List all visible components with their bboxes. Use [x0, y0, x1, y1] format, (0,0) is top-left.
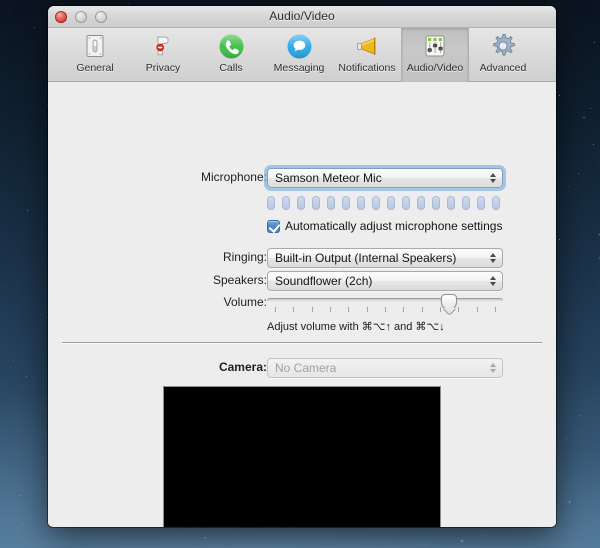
camera-preview	[163, 386, 441, 527]
tab-notifications-label: Notifications	[338, 62, 396, 74]
level-meter-segment	[327, 196, 335, 210]
level-meter-segment	[447, 196, 455, 210]
auto-adjust-microphone-checkbox[interactable]: Automatically adjust microphone settings	[267, 219, 502, 233]
tab-advanced-label: Advanced	[479, 62, 527, 74]
toggle-switch-icon	[80, 31, 110, 61]
slider-tick	[495, 307, 496, 312]
slider-tick	[440, 307, 441, 312]
level-meter-segment	[432, 196, 440, 210]
ringing-select[interactable]: Built-in Output (Internal Speakers)	[267, 248, 503, 268]
level-meter-segment	[312, 196, 320, 210]
microphone-label-wrap: Microphone:	[144, 170, 267, 184]
tab-audio-video[interactable]: Audio/Video	[401, 28, 469, 82]
microphone-select[interactable]: Samson Meteor Mic	[264, 165, 506, 191]
level-meter-segment	[387, 196, 395, 210]
tab-general-label: General	[76, 62, 114, 74]
tab-general[interactable]: General	[61, 28, 129, 82]
phone-icon	[216, 31, 246, 61]
tab-audio-video-label: Audio/Video	[406, 62, 464, 74]
level-meter-segment	[417, 196, 425, 210]
speakers-select-value: Soundflower (2ch)	[275, 274, 373, 288]
camera-select-value: No Camera	[275, 361, 337, 375]
slider-tick	[385, 307, 386, 312]
mixer-sliders-icon	[420, 31, 450, 61]
volume-slider-ticks	[267, 307, 503, 315]
microphone-label: Microphone:	[200, 170, 267, 184]
level-meter-segment	[297, 196, 305, 210]
slider-tick	[330, 307, 331, 312]
tab-messaging-label: Messaging	[273, 62, 325, 74]
volume-hint-text: Adjust volume with ⌘⌥↑ and ⌘⌥↓	[267, 321, 445, 333]
slider-tick	[458, 307, 460, 312]
camera-label: Camera:	[218, 360, 267, 374]
tab-calls-label: Calls	[219, 62, 243, 74]
window-titlebar[interactable]: Audio/Video	[48, 6, 556, 28]
level-meter-segment	[402, 196, 410, 210]
ringing-label: Ringing:	[222, 250, 267, 264]
level-meter-segment	[462, 196, 470, 210]
level-meter-segment	[282, 196, 290, 210]
gear-icon	[488, 31, 518, 61]
window-title: Audio/Video	[269, 9, 335, 23]
volume-slider-track[interactable]	[267, 298, 503, 303]
slider-tick	[293, 307, 295, 312]
level-meter-segment	[477, 196, 485, 210]
chevron-updown-icon	[490, 173, 496, 183]
ringing-label-wrap: Ringing:	[144, 250, 267, 264]
speakers-label: Speakers:	[212, 273, 267, 287]
slider-tick	[348, 307, 350, 312]
tab-messaging[interactable]: Messaging	[265, 28, 333, 82]
tab-privacy-label: Privacy	[145, 62, 181, 74]
megaphone-icon	[352, 31, 382, 61]
camera-select[interactable]: No Camera	[267, 358, 503, 378]
tab-privacy[interactable]: Privacy	[129, 28, 197, 82]
level-meter-segment	[357, 196, 365, 210]
level-meter-segment	[492, 196, 500, 210]
audio-video-settings-pane: Microphone: Samson Meteor Mic Automatica…	[48, 82, 556, 527]
checkbox-checked-icon	[267, 219, 280, 233]
chevron-updown-icon	[490, 276, 496, 286]
slider-tick	[311, 307, 313, 312]
level-meter-segment	[267, 196, 275, 210]
slider-tick	[421, 307, 423, 312]
camera-label-wrap: Camera:	[144, 360, 267, 374]
slider-tick	[476, 307, 478, 312]
do-not-disturb-icon	[148, 31, 178, 61]
slider-tick	[403, 307, 405, 312]
chat-bubble-icon	[284, 31, 314, 61]
tab-notifications[interactable]: Notifications	[333, 28, 401, 82]
chevron-updown-icon	[490, 253, 496, 263]
slider-tick	[366, 307, 368, 312]
volume-label-wrap: Volume:	[144, 295, 267, 309]
microphone-select-value: Samson Meteor Mic	[275, 171, 382, 185]
auto-adjust-microphone-label: Automatically adjust microphone settings	[285, 219, 503, 233]
tab-advanced[interactable]: Advanced	[469, 28, 537, 82]
audio-video-preferences-window: Audio/Video General Privacy Calls Messag…	[48, 6, 556, 527]
volume-slider[interactable]	[267, 294, 503, 318]
speakers-select[interactable]: Soundflower (2ch)	[267, 271, 503, 291]
section-divider	[62, 342, 542, 343]
level-meter-segment	[372, 196, 380, 210]
level-meter-segment	[342, 196, 350, 210]
slider-tick	[275, 307, 276, 312]
ringing-select-value: Built-in Output (Internal Speakers)	[275, 251, 457, 265]
chevron-updown-icon	[490, 363, 496, 373]
microphone-level-meter	[267, 196, 500, 210]
speakers-label-wrap: Speakers:	[144, 273, 267, 287]
volume-label: Volume:	[223, 295, 267, 309]
preferences-toolbar: General Privacy Calls Messaging Notifica…	[48, 28, 556, 82]
tab-calls[interactable]: Calls	[197, 28, 265, 82]
